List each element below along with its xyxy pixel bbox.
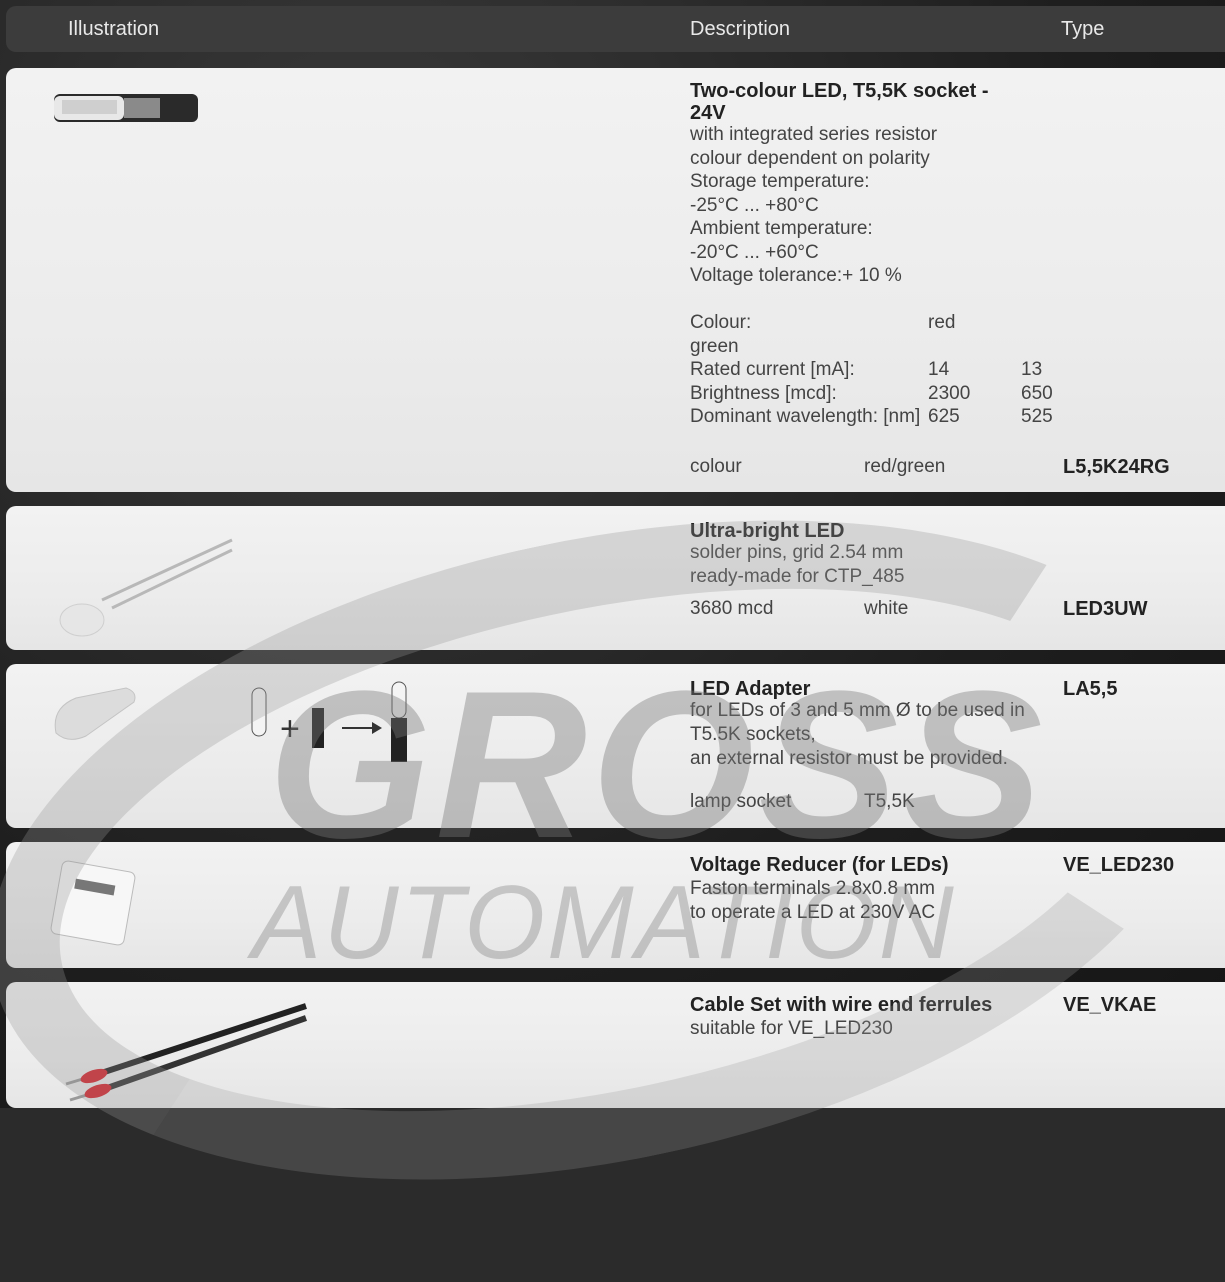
spec-colour-value: red (928, 312, 956, 333)
spec-wavelength-green: 525 (1021, 406, 1053, 427)
voltage-reducer-image (50, 860, 136, 946)
spec-current-red: 14 (928, 359, 950, 380)
svg-text:+: + (280, 710, 300, 748)
product-row-cable-set: Cable Set with wire end ferrules suitabl… (6, 982, 1225, 1108)
spec-current-label: Rated current [mA]: (690, 359, 855, 380)
product-title: Ultra-bright LED (690, 520, 845, 542)
desc-line: ready-made for CTP_485 (690, 566, 905, 587)
led-image (59, 538, 233, 637)
type-code: VE_LED230 (1063, 854, 1175, 876)
adapter-assembly-image: + (251, 681, 407, 762)
variant-label: lamp socket (690, 791, 792, 812)
desc-line: for LEDs of 3 and 5 mm Ø to be used in (690, 700, 1025, 721)
adapter-image (54, 687, 136, 740)
header-description: Description (690, 18, 791, 40)
variant-value: T5,5K (864, 791, 915, 812)
led-socket-image (54, 94, 198, 122)
product-title-line2: 24V (690, 102, 726, 124)
header-type: Type (1061, 18, 1105, 40)
desc-line: with integrated series resistor (690, 124, 938, 145)
spec-brightness-red: 2300 (928, 383, 971, 404)
spec-wavelength-label: Dominant wavelength: [nm] (690, 406, 921, 427)
desc-line: T5.5K sockets, (690, 724, 816, 745)
spec-current-green: 13 (1021, 359, 1043, 380)
product-title: Voltage Reducer (for LEDs) (690, 854, 949, 876)
desc-line: suitable for VE_LED230 (690, 1018, 893, 1039)
desc-line: Faston terminals 2.8x0.8 mm (690, 878, 935, 899)
type-code: LED3UW (1063, 598, 1148, 620)
table-header: Illustration Description Type (6, 6, 1225, 52)
desc-line: Ambient temperature: (690, 218, 873, 239)
product-row-voltage-reducer: Voltage Reducer (for LEDs) Faston termin… (6, 842, 1225, 968)
variant-value: white (864, 598, 909, 619)
variant-label: 3680 mcd (690, 598, 774, 619)
spec-brightness-green: 650 (1021, 383, 1053, 404)
desc-line: -25°C ... +80°C (690, 195, 819, 216)
product-row-two-colour-led: Two-colour LED, T5,5K socket - 24V with … (6, 68, 1225, 492)
desc-line: an external resistor must be provided. (690, 748, 1008, 769)
type-code: L5,5K24RG (1063, 456, 1170, 478)
header-illustration: Illustration (68, 18, 160, 40)
product-title: LED Adapter (690, 678, 811, 700)
variant-value: red/green (864, 456, 946, 477)
desc-line: Storage temperature: (690, 171, 870, 192)
spec-brightness-label: Brightness [mcd]: (690, 383, 837, 404)
spec-colour-cont: green (690, 336, 739, 357)
product-row-led-adapter: + LED Adapter for LEDs of 3 and 5 mm Ø t… (6, 664, 1225, 828)
type-code: VE_VKAE (1063, 994, 1157, 1016)
spec-colour-label: Colour: (690, 312, 752, 333)
cable-set-image (65, 1003, 307, 1102)
desc-line: colour dependent on polarity (690, 148, 930, 169)
desc-line: Voltage tolerance:+ 10 % (690, 265, 902, 286)
variant-label: colour (690, 456, 742, 477)
product-title: Cable Set with wire end ferrules (690, 994, 993, 1016)
desc-line: solder pins, grid 2.54 mm (690, 542, 904, 563)
product-title-line1: Two-colour LED, T5,5K socket - (690, 80, 989, 102)
product-row-ultra-bright-led: Ultra-bright LED solder pins, grid 2.54 … (6, 506, 1225, 650)
spec-wavelength-red: 625 (928, 406, 960, 427)
desc-line: -20°C ... +60°C (690, 242, 819, 263)
desc-line: to operate a LED at 230V AC (690, 902, 936, 923)
type-code: LA5,5 (1063, 678, 1118, 700)
